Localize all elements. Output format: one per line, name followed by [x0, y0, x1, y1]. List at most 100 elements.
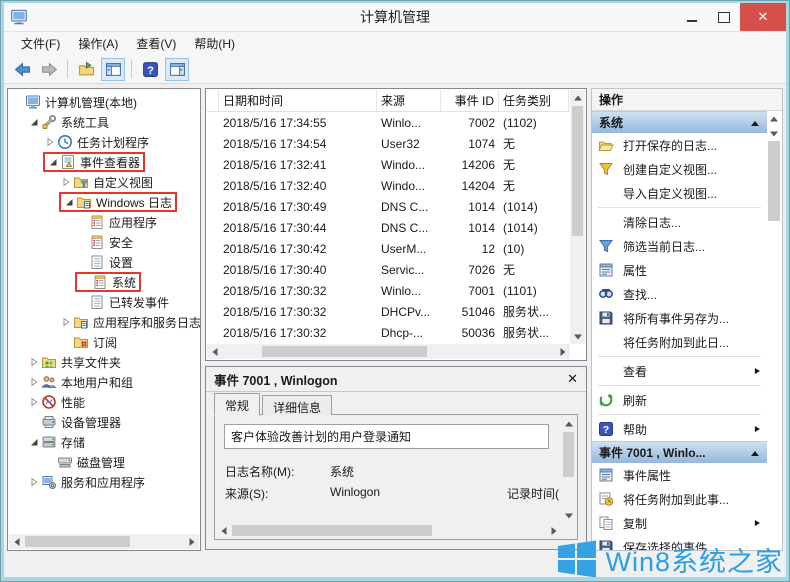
- scroll-up-arrow[interactable]: [767, 111, 781, 126]
- column-header[interactable]: 任务类别: [499, 90, 569, 111]
- minimize-button[interactable]: [676, 3, 708, 31]
- tab-general[interactable]: 常规: [214, 393, 260, 416]
- event-vertical-scrollbar[interactable]: [570, 90, 585, 344]
- column-header[interactable]: 日期和时间: [219, 90, 377, 111]
- scroll-up-arrow[interactable]: [561, 416, 576, 431]
- scroll-thumb[interactable]: [232, 525, 432, 536]
- expanded-expander-icon[interactable]: [46, 156, 59, 169]
- action-item[interactable]: 查看: [592, 359, 767, 383]
- table-row[interactable]: 2018/5/16 17:30:42UserM...12(10): [207, 238, 570, 259]
- tree-item[interactable]: 事件查看器: [8, 152, 200, 172]
- action-pane-toggle-button[interactable]: [165, 58, 189, 81]
- tab-details[interactable]: 详细信息: [262, 395, 332, 415]
- scroll-down-arrow[interactable]: [767, 126, 781, 141]
- scroll-up-arrow[interactable]: [570, 90, 585, 105]
- scroll-right-arrow[interactable]: [184, 534, 199, 549]
- forward-button[interactable]: [37, 58, 61, 81]
- action-item[interactable]: 创建自定义视图...: [592, 157, 767, 181]
- collapsed-expander-icon[interactable]: [27, 476, 40, 489]
- scroll-thumb[interactable]: [563, 432, 574, 477]
- action-item[interactable]: 查找...: [592, 282, 767, 306]
- scroll-left-arrow[interactable]: [9, 534, 24, 549]
- collapsed-expander-icon[interactable]: [59, 316, 72, 329]
- action-item[interactable]: 导入自定义视图...: [592, 181, 767, 205]
- table-row[interactable]: 2018/5/16 17:34:54User321074无: [207, 133, 570, 154]
- actions-vertical-scrollbar[interactable]: [767, 111, 781, 549]
- table-row[interactable]: 2018/5/16 17:30:49DNS C...1014(1014): [207, 196, 570, 217]
- table-row[interactable]: 2018/5/16 17:30:32DHCPv...51046服务状...: [207, 301, 570, 322]
- collapse-arrow-icon[interactable]: [750, 116, 760, 130]
- column-header[interactable]: 来源: [377, 90, 441, 111]
- detail-horizontal-scrollbar[interactable]: [216, 523, 561, 538]
- collapsed-expander-icon[interactable]: [27, 356, 40, 369]
- table-row[interactable]: 2018/5/16 17:32:41Windo...14206无: [207, 154, 570, 175]
- tree-item[interactable]: 计算机管理(本地): [8, 92, 200, 112]
- collapsed-expander-icon[interactable]: [59, 176, 72, 189]
- action-item[interactable]: 筛选当前日志...: [592, 234, 767, 258]
- close-detail-icon[interactable]: ✕: [567, 371, 578, 387]
- tree-item[interactable]: 服务和应用程序: [8, 472, 200, 492]
- action-item[interactable]: ?帮助: [592, 417, 767, 441]
- tree-item[interactable]: 自定义视图: [8, 172, 200, 192]
- action-section-header-0[interactable]: 系统: [592, 111, 767, 133]
- tree-item[interactable]: 已转发事件: [8, 292, 200, 312]
- scroll-down-arrow[interactable]: [561, 508, 576, 523]
- action-item[interactable]: 将所有事件另存为...: [592, 306, 767, 330]
- close-button[interactable]: ✕: [740, 3, 786, 31]
- tree-item[interactable]: 系统: [8, 272, 200, 292]
- scroll-thumb[interactable]: [572, 106, 583, 236]
- action-item[interactable]: 将任务附加到此事...: [592, 487, 767, 511]
- menu-item-1[interactable]: 操作(A): [69, 32, 127, 55]
- scroll-thumb[interactable]: [25, 536, 130, 547]
- action-item[interactable]: 刷新: [592, 388, 767, 412]
- expanded-expander-icon[interactable]: [27, 116, 40, 129]
- scroll-left-arrow[interactable]: [207, 344, 222, 359]
- menu-item-2[interactable]: 查看(V): [127, 32, 185, 55]
- tree-item[interactable]: 任务计划程序: [8, 132, 200, 152]
- action-item[interactable]: 清除日志...: [592, 210, 767, 234]
- tree-item[interactable]: 性能: [8, 392, 200, 412]
- tree-item[interactable]: Windows 日志: [8, 192, 200, 212]
- action-item[interactable]: 属性: [592, 258, 767, 282]
- table-row[interactable]: 2018/5/16 17:34:55Winlo...7002(1102): [207, 112, 570, 133]
- help-button[interactable]: ?: [138, 58, 162, 81]
- tree-item[interactable]: 设置: [8, 252, 200, 272]
- scroll-down-arrow[interactable]: [570, 329, 585, 344]
- table-row[interactable]: 2018/5/16 17:30:40Servic...7026无: [207, 259, 570, 280]
- table-row[interactable]: 2018/5/16 17:30:32Dhcp-...50036服务状...: [207, 322, 570, 343]
- menu-item-0[interactable]: 文件(F): [12, 32, 69, 55]
- tree-item[interactable]: 应用程序: [8, 212, 200, 232]
- tree-item[interactable]: 磁盘管理: [8, 452, 200, 472]
- tree-item[interactable]: 安全: [8, 232, 200, 252]
- tree-item[interactable]: 存储: [8, 432, 200, 452]
- tree-item[interactable]: 本地用户和组: [8, 372, 200, 392]
- collapse-arrow-icon[interactable]: [750, 446, 760, 460]
- column-header[interactable]: 事件 ID: [441, 90, 499, 111]
- console-tree-toggle-button[interactable]: [101, 58, 125, 81]
- scroll-left-arrow[interactable]: [216, 523, 231, 538]
- table-row[interactable]: 2018/5/16 17:32:40Windo...14204无: [207, 175, 570, 196]
- scroll-thumb[interactable]: [262, 346, 427, 357]
- back-button[interactable]: [10, 58, 34, 81]
- expanded-expander-icon[interactable]: [27, 436, 40, 449]
- menu-item-3[interactable]: 帮助(H): [185, 32, 244, 55]
- tree-item[interactable]: 共享文件夹: [8, 352, 200, 372]
- tree-item[interactable]: 订阅: [8, 332, 200, 352]
- action-item[interactable]: 将任务附加到此日...: [592, 330, 767, 354]
- collapsed-expander-icon[interactable]: [27, 396, 40, 409]
- scroll-right-arrow[interactable]: [555, 344, 570, 359]
- tree-item[interactable]: 设备管理器: [8, 412, 200, 432]
- table-row[interactable]: 2018/5/16 17:30:32Winlo...7001(1101): [207, 280, 570, 301]
- scroll-right-arrow[interactable]: [546, 523, 561, 538]
- export-list-button[interactable]: [74, 58, 98, 81]
- tree-item[interactable]: 系统工具: [8, 112, 200, 132]
- maximize-button[interactable]: [708, 3, 740, 31]
- action-section-header-1[interactable]: 事件 7001 , Winlo...: [592, 441, 767, 463]
- action-item[interactable]: 事件属性: [592, 463, 767, 487]
- event-horizontal-scrollbar[interactable]: [207, 344, 570, 359]
- table-row[interactable]: 2018/5/16 17:30:44DNS C...1014(1014): [207, 217, 570, 238]
- tree-horizontal-scrollbar[interactable]: [9, 534, 199, 549]
- action-item[interactable]: 复制: [592, 511, 767, 535]
- collapsed-expander-icon[interactable]: [43, 136, 56, 149]
- tree-item[interactable]: 应用程序和服务日志: [8, 312, 200, 332]
